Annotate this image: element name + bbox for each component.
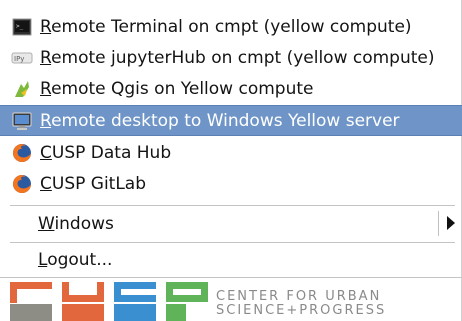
cusp-tagline-line2: SCIENCE+PROGRESS <box>216 303 387 318</box>
cusp-logo-icon <box>10 282 208 321</box>
submenu-divider <box>438 211 439 236</box>
terminal-icon: >_ <box>12 18 32 35</box>
firefox-icon <box>13 174 31 193</box>
firefox-icon <box>13 143 31 162</box>
menu-item-label: CUSP Data Hub <box>40 142 172 163</box>
menu-item-remote-jupyterhub[interactable]: IPy Remote jupyterHub on cmpt (yellow co… <box>0 42 462 73</box>
menu-item-label: Remote Qgis on Yellow compute <box>40 78 314 99</box>
cusp-branding-footer: CENTER FOR URBAN SCIENCE+PROGRESS <box>0 277 462 321</box>
menu-item-label: Logout... <box>38 249 113 270</box>
menu-item-cusp-data-hub[interactable]: CUSP Data Hub <box>0 137 462 168</box>
menu-item-label: Remote jupyterHub on cmpt (yellow comput… <box>40 47 435 68</box>
menu-item-label: Windows <box>38 213 114 234</box>
menu-separator <box>10 205 455 206</box>
qgis-icon <box>15 80 29 97</box>
menu-item-remote-terminal[interactable]: >_ Remote Terminal on cmpt (yellow compu… <box>0 11 462 42</box>
menu-item-remote-desktop[interactable]: Remote desktop to Windows Yellow server <box>0 105 462 136</box>
menu-item-logout[interactable]: Logout... <box>0 244 462 275</box>
menu-separator <box>10 242 455 243</box>
menu-item-label: Remote desktop to Windows Yellow server <box>40 110 400 131</box>
svg-text:>_: >_ <box>16 23 24 30</box>
monitor-icon <box>12 112 32 130</box>
submenu-arrow-icon <box>447 216 455 230</box>
context-menu: >_ Remote Terminal on cmpt (yellow compu… <box>0 0 462 321</box>
menu-item-cusp-gitlab[interactable]: CUSP GitLab <box>0 168 462 199</box>
svg-text:IPy: IPy <box>14 55 24 63</box>
cusp-tagline-line1: CENTER FOR URBAN <box>216 289 382 304</box>
menu-item-windows[interactable]: Windows <box>0 208 462 239</box>
menu-item-label: Remote Terminal on cmpt (yellow compute) <box>40 16 412 37</box>
jupyter-icon: IPy <box>11 52 33 63</box>
menu-item-remote-qgis[interactable]: Remote Qgis on Yellow compute <box>0 73 462 104</box>
menu-item-label: CUSP GitLab <box>40 173 147 194</box>
